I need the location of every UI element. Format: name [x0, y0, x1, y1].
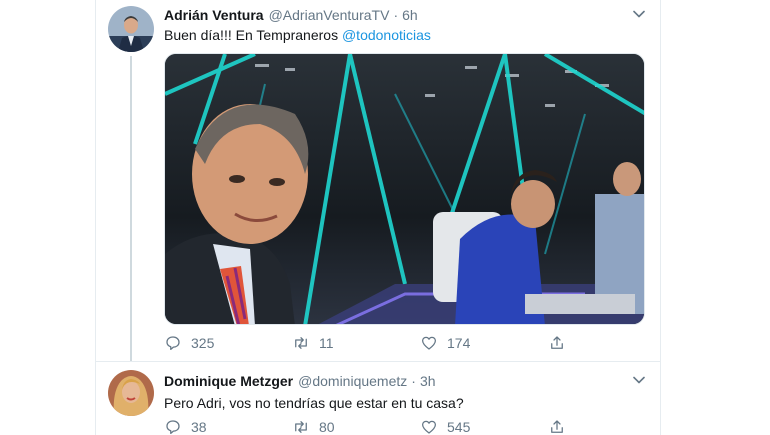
tweet-text-body: Buen día!!! En Tempraneros	[164, 27, 342, 43]
user-handle[interactable]: @dominiquemetz	[298, 373, 407, 389]
reply-count: 325	[191, 335, 215, 351]
share-button[interactable]	[548, 334, 566, 352]
share-icon	[551, 420, 563, 433]
reply-button[interactable]: 325	[164, 334, 292, 352]
retweet-icon	[295, 421, 307, 433]
tweet-timeline: Adrián Ventura @AdrianVenturaTV · 6h Bue…	[96, 0, 660, 435]
reply-icon	[166, 420, 180, 435]
avatar-photo-icon	[108, 6, 154, 52]
reply-button[interactable]: 38	[164, 418, 292, 435]
avatar[interactable]	[108, 6, 154, 52]
tweet-text: Pero Adri, vos no tendrías que estar en …	[164, 395, 464, 411]
like-count: 174	[447, 335, 471, 351]
tweet-header: Dominique Metzger @dominiquemetz · 3h	[164, 373, 436, 391]
retweet-count: 80	[319, 419, 335, 435]
retweet-count: 11	[319, 335, 334, 351]
like-button[interactable]: 545	[420, 418, 548, 435]
retweet-button[interactable]: 11	[292, 334, 420, 352]
heart-icon	[421, 420, 437, 434]
user-handle[interactable]: @AdrianVenturaTV	[269, 7, 390, 23]
chevron-down-icon[interactable]	[632, 373, 646, 387]
heart-icon	[421, 336, 437, 350]
mention-link[interactable]: @todonoticias	[342, 27, 431, 43]
tweet-time[interactable]: 3h	[420, 373, 436, 389]
reply-count: 38	[191, 419, 207, 435]
display-name[interactable]: Dominique Metzger	[164, 373, 293, 389]
right-column	[660, 0, 770, 435]
display-name[interactable]: Adrián Ventura	[164, 7, 264, 23]
chevron-down-icon[interactable]	[632, 7, 646, 21]
tweet-actions: 325 11 174	[164, 334, 566, 352]
separator-dot: ·	[411, 373, 416, 389]
like-count: 545	[447, 419, 471, 435]
retweet-icon	[295, 337, 307, 349]
share-icon	[551, 336, 563, 349]
avatar-photo-icon	[108, 370, 154, 416]
thread-line	[130, 56, 132, 362]
share-button[interactable]	[548, 418, 566, 435]
tweet[interactable]: Adrián Ventura @AdrianVenturaTV · 6h Bue…	[96, 0, 660, 362]
left-column	[0, 0, 96, 435]
reply-icon	[166, 336, 180, 351]
like-button[interactable]: 174	[420, 334, 548, 352]
retweet-button[interactable]: 80	[292, 418, 420, 435]
separator-dot: ·	[393, 7, 399, 23]
tweet-header: Adrián Ventura @AdrianVenturaTV · 6h	[164, 7, 418, 25]
avatar[interactable]	[108, 370, 154, 416]
tweet-actions: 38 80 545	[164, 418, 566, 435]
tweet-text: Buen día!!! En Tempraneros @todonoticias	[164, 27, 431, 43]
tweet-media[interactable]	[164, 53, 645, 325]
tweet-time[interactable]: 6h	[402, 7, 418, 23]
tv-studio-photo-icon	[165, 54, 644, 324]
